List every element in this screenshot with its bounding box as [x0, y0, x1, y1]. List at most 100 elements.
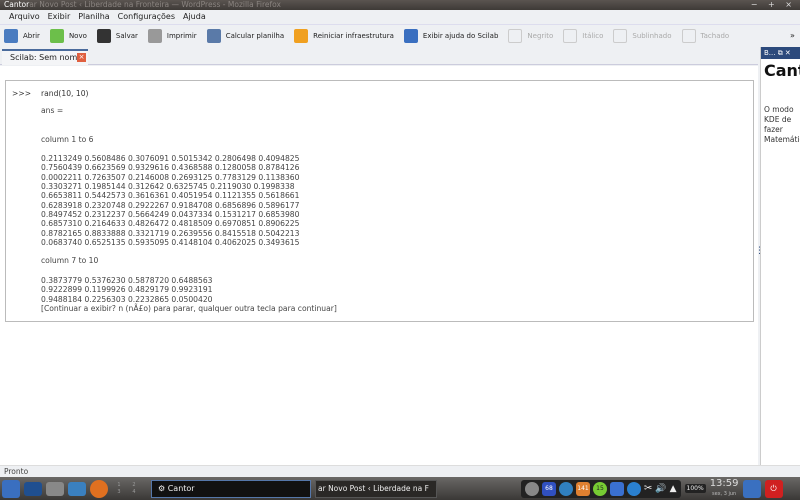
- firefox-icon[interactable]: [90, 479, 108, 498]
- menu-planilha[interactable]: Planilha: [78, 10, 109, 24]
- toolbar-label: Tachado: [700, 32, 730, 40]
- toolbar-calcular-planilha-button[interactable]: Calcular planilha: [206, 29, 284, 43]
- underline-icon: [613, 29, 628, 43]
- mail-badge-icon[interactable]: 141: [576, 481, 590, 496]
- toolbar-tachado-button[interactable]: Tachado: [681, 29, 730, 43]
- status-bar: Pronto: [0, 465, 800, 477]
- pager-desktop-3[interactable]: 3: [112, 489, 126, 495]
- toolbar-abrir-button[interactable]: Abrir: [4, 29, 40, 43]
- window-titlebar[interactable]: Cantorar Novo Post ‹ Liberdade na Fronte…: [0, 0, 800, 10]
- window-controls[interactable]: − + ×: [751, 0, 796, 10]
- matrix-row: 0.6653811 0.5442573 0.3616361 0.4051954 …: [41, 191, 300, 201]
- scissors-icon[interactable]: ✂: [644, 483, 652, 494]
- toolbar-label: Negrito: [527, 32, 554, 40]
- dock-header[interactable]: B... ⧉ ✕: [761, 47, 800, 59]
- pager-desktop-2[interactable]: 2: [127, 482, 141, 488]
- print-icon: [147, 29, 162, 43]
- kde-menu-icon[interactable]: [2, 479, 20, 498]
- menu-ajuda[interactable]: Ajuda: [183, 10, 206, 24]
- toolbar-reiniciar-infraestrutura-button[interactable]: Reiniciar infraestrutura: [294, 29, 394, 43]
- lock-screen-icon[interactable]: [742, 479, 761, 498]
- matrix-row: 0.0683740 0.6525135 0.5935095 0.4148104 …: [41, 238, 300, 248]
- tab-label: Scilab: Sem nome: [10, 53, 83, 62]
- worksheet-area[interactable]: >>> rand(10, 10) ans = column 1 to 6 0.2…: [0, 66, 764, 465]
- volume-icon[interactable]: 🔊: [655, 484, 666, 494]
- toolbar-label: Reiniciar infraestrutura: [313, 32, 394, 40]
- italic-icon: [563, 29, 578, 43]
- matrix-row: 0.6283918 0.2320748 0.2922267 0.9184708 …: [41, 200, 300, 210]
- matrix-row: 0.6857310 0.2164633 0.4826472 0.4818509 …: [41, 219, 300, 229]
- prompt-marker: >>>: [12, 89, 32, 98]
- continue-prompt[interactable]: [Continuar a exibir? n (nÃ£o) para parar…: [41, 304, 337, 313]
- matrix-row: 0.9222899 0.1199926 0.4829179 0.9923191: [41, 285, 213, 295]
- toolbar-label: Abrir: [23, 32, 40, 40]
- column-header-1: column 1 to 6: [41, 135, 94, 144]
- menu-configuracoes[interactable]: Configurações: [118, 10, 175, 24]
- dock-title: Cantor: [764, 61, 800, 80]
- battery-indicator[interactable]: 100%: [684, 484, 706, 493]
- toolbar-novo-button[interactable]: Novo: [49, 29, 87, 43]
- dock-subtitle: O modo KDE de fazer Matemática: [764, 105, 800, 144]
- toolbar-label: Imprimir: [166, 32, 197, 40]
- result-ans: ans =: [41, 106, 64, 115]
- toolbar-label: Salvar: [115, 32, 138, 40]
- pager-desktop-1[interactable]: 1: [112, 482, 126, 488]
- desktop-icon[interactable]: [24, 481, 42, 496]
- matrix-row: 0.3873779 0.5376230 0.5878720 0.6488563: [41, 276, 213, 285]
- help-dock: B... ⧉ ✕ Cantor O modo KDE de fazer Mate…: [760, 47, 800, 465]
- task-cantor[interactable]: ⚙ Cantor: [151, 479, 311, 498]
- new-document-icon: [49, 29, 64, 43]
- menu-exibir[interactable]: Exibir: [48, 10, 71, 24]
- updates-badge-icon[interactable]: 15: [593, 481, 607, 496]
- column-header-2: column 7 to 10: [41, 256, 99, 265]
- matrix-row: 0.3303271 0.1985144 0.312642 0.6325745 0…: [41, 182, 295, 192]
- tools-icon[interactable]: [46, 481, 64, 496]
- network-globe-icon[interactable]: [559, 481, 573, 496]
- matrix-row: 0.7560439 0.6623569 0.9329616 0.4368588 …: [41, 163, 300, 173]
- tray-expand-icon[interactable]: ▲: [670, 484, 677, 494]
- power-icon[interactable]: ⏻: [764, 479, 783, 498]
- network-icon[interactable]: [627, 481, 641, 496]
- toolbar-label: Sublinhado: [632, 32, 672, 40]
- clock-date: sex, 3 jun: [711, 490, 737, 497]
- toolbar-salvar-button[interactable]: Salvar: [96, 29, 138, 43]
- toolbar-exibir-ajuda-do-scilab-button[interactable]: Exibir ajuda do Scilab: [403, 29, 499, 43]
- toolbar: Abrir Novo Salvar Imprimir Calcular planilha…: [0, 24, 800, 47]
- editor-icon[interactable]: [68, 481, 86, 496]
- matrix-row: 0.8782165 0.8833888 0.3321719 0.2639556 …: [41, 228, 300, 238]
- taskbar: 1234 ⚙ Cantor ar Novo Post ‹ Liberdade n…: [0, 477, 800, 500]
- tab-close-button[interactable]: ×: [77, 53, 86, 62]
- restart-icon: [294, 29, 309, 43]
- matrix-row: 0.8497452 0.2312237 0.5664249 0.0437334 …: [41, 210, 300, 220]
- toolbar-overflow-button[interactable]: »: [790, 31, 795, 40]
- bold-icon: [508, 29, 523, 43]
- clock[interactable]: 13:59 sex, 3 jun: [710, 478, 739, 499]
- desktop-pager[interactable]: 1234: [112, 482, 141, 495]
- gear-icon: [206, 29, 221, 43]
- toolbar-sublinhado-button[interactable]: Sublinhado: [613, 29, 672, 43]
- save-icon: [96, 29, 111, 43]
- calendar-badge-icon[interactable]: 68: [542, 481, 556, 496]
- package-icon[interactable]: [610, 481, 624, 496]
- command-input[interactable]: rand(10, 10): [41, 89, 89, 98]
- task-label: Cantor: [167, 483, 195, 493]
- toolbar-label: Itálico: [582, 32, 604, 40]
- matrix-row: 0.0002211 0.7263507 0.2146008 0.2693125 …: [41, 172, 300, 182]
- system-tray: 68 141 15 ✂ 🔊 ▲: [521, 479, 681, 498]
- matrix-row: 0.9488184 0.2256303 0.2232865 0.0500420: [41, 294, 213, 304]
- tab-scilab[interactable]: Scilab: Sem nome ×: [2, 49, 88, 65]
- toolbar-it-lico-button[interactable]: Itálico: [563, 29, 603, 43]
- toolbar-negrito-button[interactable]: Negrito: [508, 29, 553, 43]
- toolbar-label: Novo: [68, 32, 87, 40]
- info-icon[interactable]: [525, 481, 539, 496]
- toolbar-imprimir-button[interactable]: Imprimir: [147, 29, 197, 43]
- window-title: Cantor: [4, 0, 30, 9]
- menu-bar: Arquivo Exibir Planilha Configurações Aj…: [0, 10, 800, 24]
- tab-bar: Scilab: Sem nome ×: [0, 47, 758, 65]
- toolbar-label: Exibir ajuda do Scilab: [422, 32, 499, 40]
- pager-desktop-4[interactable]: 4: [127, 489, 141, 495]
- menu-arquivo[interactable]: Arquivo: [9, 10, 40, 24]
- help-book-icon: [403, 29, 418, 43]
- task-firefox[interactable]: ar Novo Post ‹ Liberdade na F: [315, 479, 437, 498]
- worksheet-entry[interactable]: >>> rand(10, 10) ans = column 1 to 6 0.2…: [5, 80, 754, 322]
